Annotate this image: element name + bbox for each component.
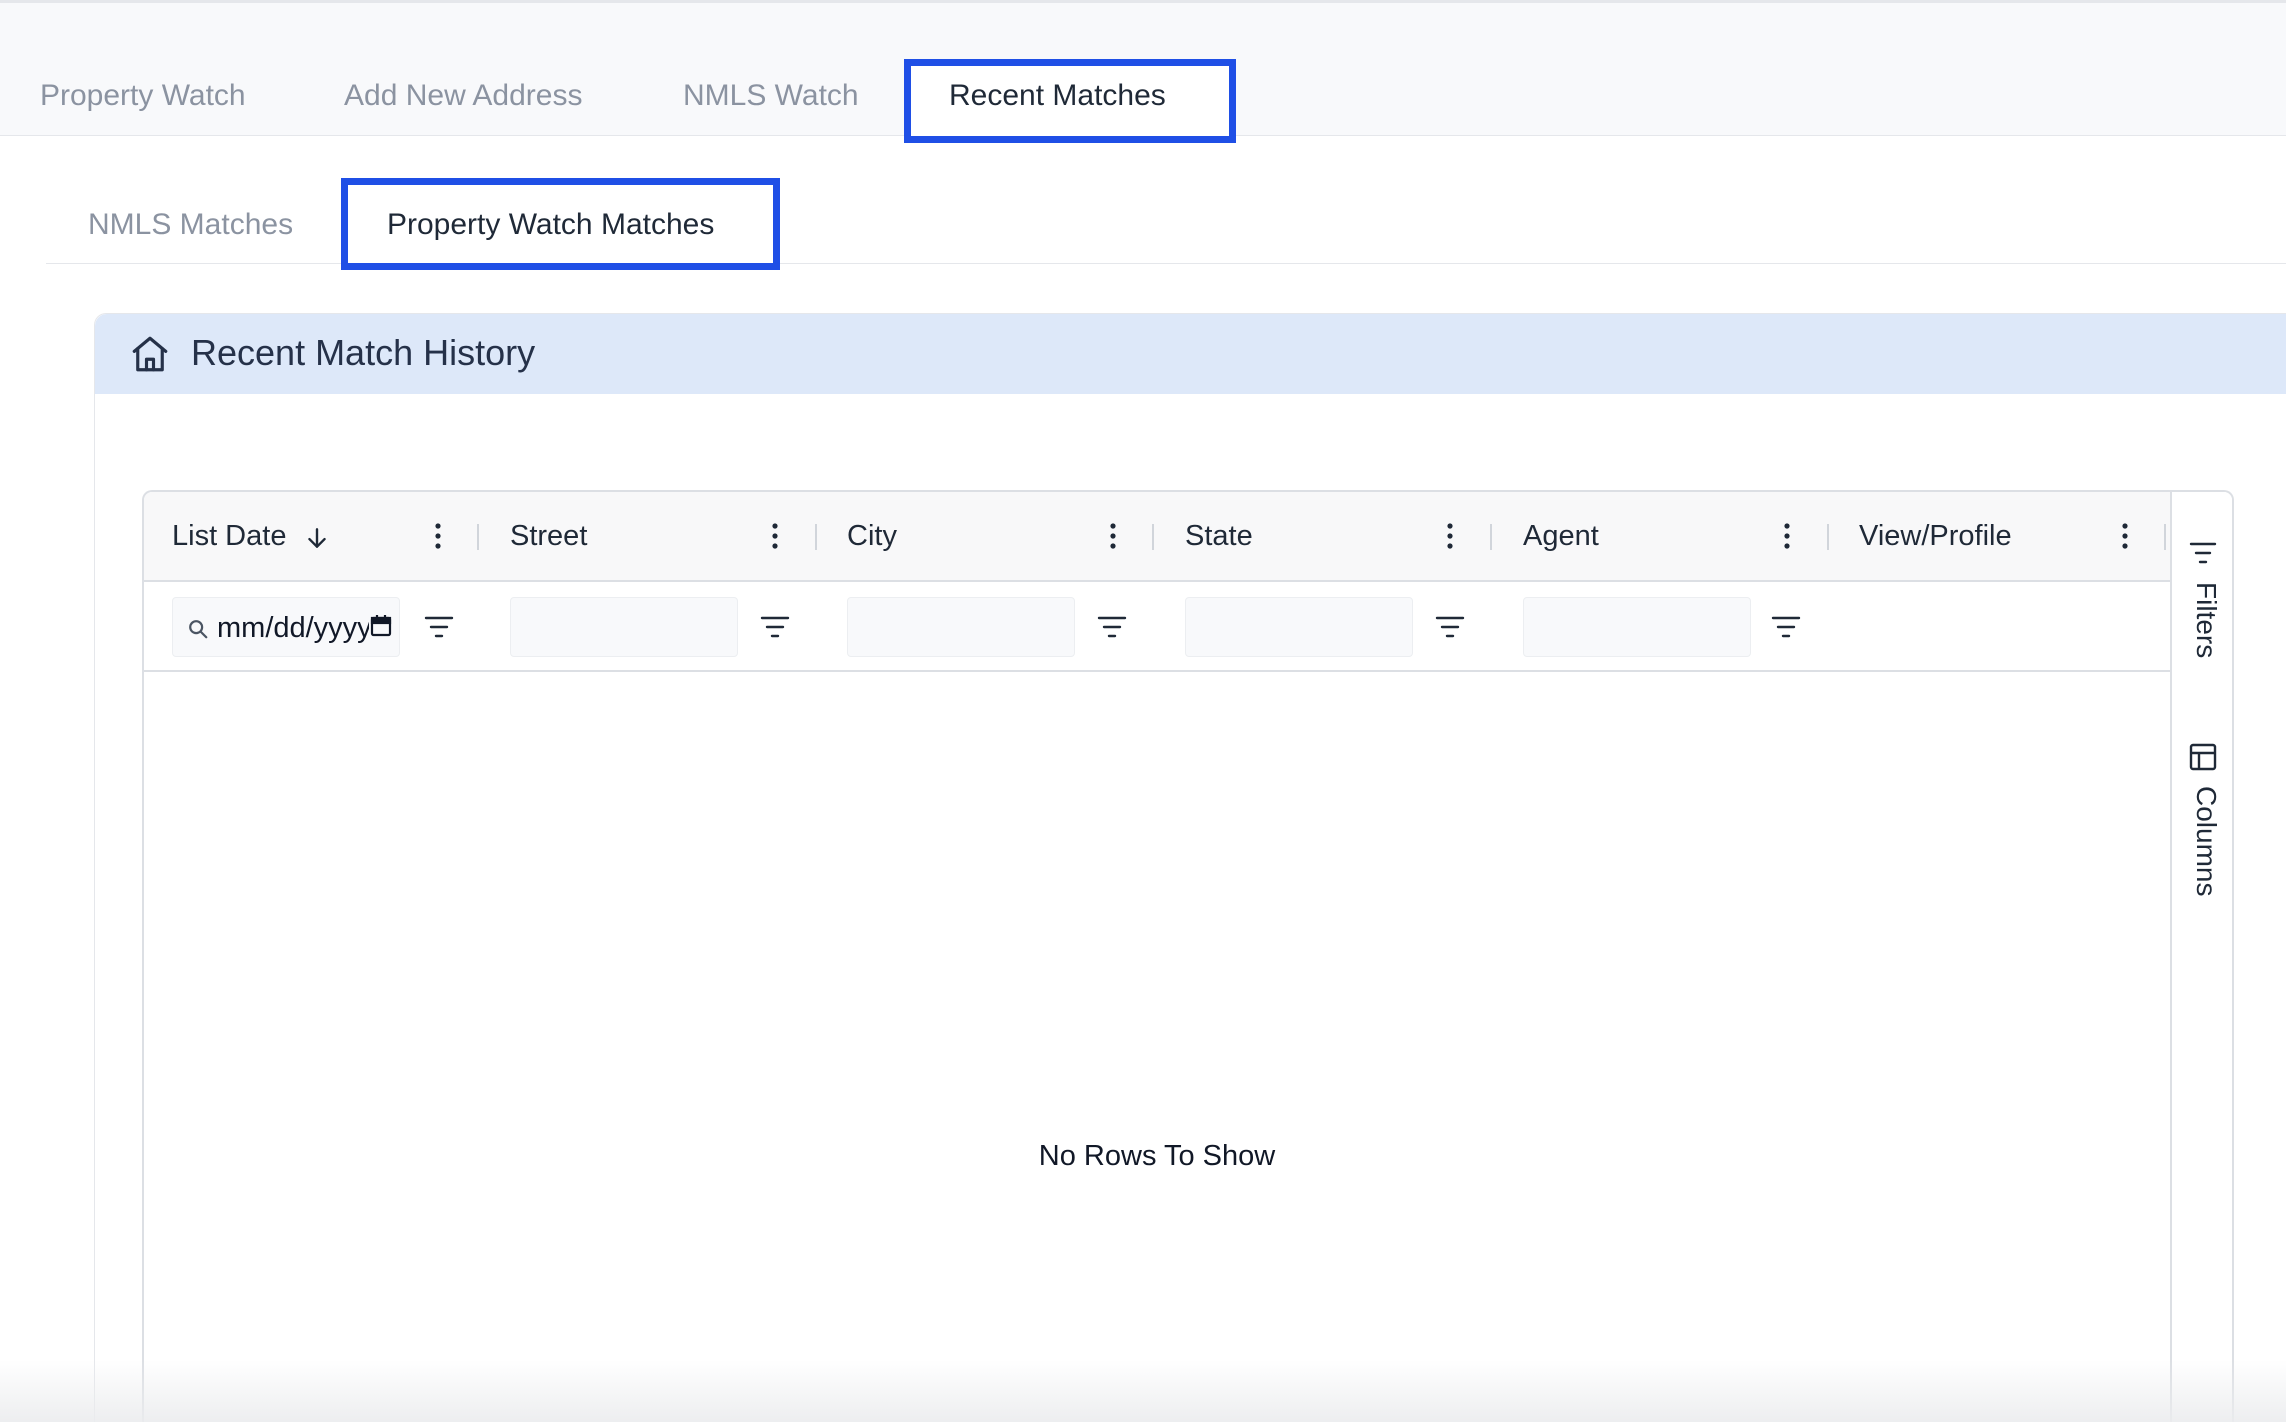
column-resize-handle[interactable] [477,524,479,550]
subtab-nmls-matches[interactable]: NMLS Matches [88,208,293,242]
matches-grid: List Date Street City State Agent View/P… [142,490,2234,1422]
search-icon [189,620,208,639]
card-header: Recent Match History [95,314,2286,394]
column-resize-handle[interactable] [1827,524,1829,550]
columns-icon [2189,743,2217,771]
column-resize-handle[interactable] [1152,524,1154,550]
columns-panel-button[interactable]: Columns [2172,742,2232,922]
column-header-city[interactable]: City [847,520,897,553]
column-header-street[interactable]: Street [510,520,587,553]
column-menu-icon[interactable] [2122,522,2128,550]
subtab-property-watch-matches[interactable]: Property Watch Matches [387,208,714,242]
column-header-agent[interactable]: Agent [1523,520,1599,553]
filter-icon[interactable] [760,614,790,640]
filters-panel-button[interactable]: Filters [2172,532,2232,672]
calendar-icon[interactable] [369,613,393,639]
city-filter-input[interactable] [847,597,1075,657]
column-menu-icon[interactable] [772,522,778,550]
date-placeholder: mm/dd/yyyy [217,612,372,644]
filters-label: Filters [2191,582,2222,659]
filter-icon[interactable] [1435,614,1465,640]
card-title: Recent Match History [191,332,536,373]
column-menu-icon[interactable] [1784,522,1790,550]
tab-nmls-watch[interactable]: NMLS Watch [683,79,859,113]
tab-property-watch[interactable]: Property Watch [40,79,246,113]
column-menu-icon[interactable] [1110,522,1116,550]
list-date-filter-input[interactable]: mm/dd/yyyy [172,597,400,657]
top-tab-bar: Property Watch Add New Address NMLS Watc… [0,0,2286,143]
filter-icon[interactable] [424,614,454,640]
column-header-state[interactable]: State [1185,520,1253,553]
column-header-view-profile[interactable]: View/Profile [1859,520,2012,553]
agent-filter-input[interactable] [1523,597,1751,657]
column-header-list-date[interactable]: List Date [172,520,286,553]
tab-recent-matches[interactable]: Recent Matches [949,79,1166,113]
grid-side-panel: Filters Columns [2170,492,2232,1422]
column-resize-handle[interactable] [815,524,817,550]
columns-label: Columns [2191,786,2222,897]
no-rows-message: No Rows To Show [1038,1140,1276,1172]
column-menu-icon[interactable] [1447,522,1453,550]
tab-add-new-address[interactable]: Add New Address [344,79,582,113]
column-resize-handle[interactable] [2164,524,2166,550]
filter-icon[interactable] [1097,614,1127,640]
home-icon [132,336,168,372]
state-filter-input[interactable] [1185,597,1413,657]
column-menu-icon[interactable] [435,522,441,550]
sort-descending-icon[interactable] [304,524,330,552]
filter-icon[interactable] [1771,614,1801,640]
column-resize-handle[interactable] [1490,524,1492,550]
grid-header-row: List Date Street City State Agent View/P… [144,492,2170,582]
filter-icon [2189,542,2217,564]
street-filter-input[interactable] [510,597,738,657]
grid-filter-row: mm/dd/yyyy [144,584,2170,672]
